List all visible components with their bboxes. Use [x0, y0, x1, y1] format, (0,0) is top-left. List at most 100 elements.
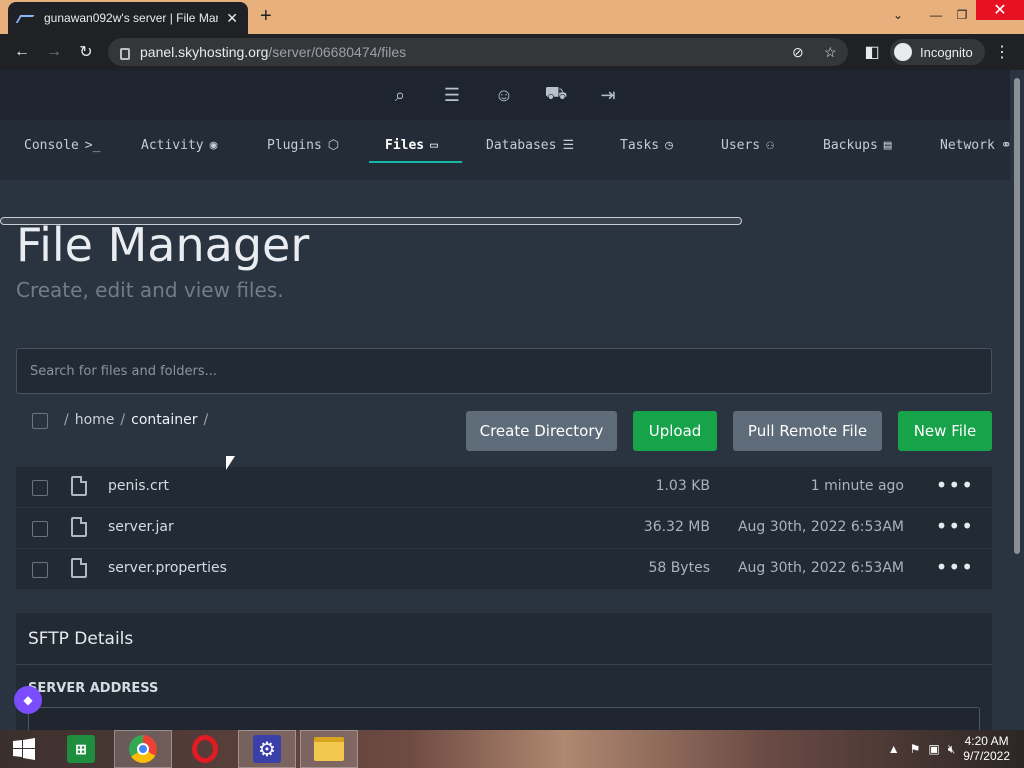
show-hidden-icons-icon[interactable]: ▲: [888, 742, 900, 756]
file-name[interactable]: server.jar: [108, 519, 174, 535]
start-button[interactable]: [4, 730, 44, 768]
file-explorer-taskbar-icon[interactable]: [300, 730, 358, 768]
tab-activity[interactable]: Activity ◉: [141, 132, 217, 158]
page-vertical-scrollbar[interactable]: [1010, 70, 1024, 730]
file-row[interactable]: server.jar 36.32 MB Aug 30th, 2022 6:53A…: [16, 508, 992, 548]
reload-button[interactable]: ↻: [74, 40, 98, 64]
gear-icon: ⚙: [253, 735, 281, 763]
tab-databases[interactable]: Databases ☰: [486, 132, 574, 158]
tab-files-label: Files: [385, 137, 425, 153]
file-checkbox[interactable]: [32, 480, 48, 496]
back-button[interactable]: ←: [10, 40, 34, 64]
tab-backups-label: Backups: [823, 137, 878, 153]
tab-tasks-label: Tasks: [620, 137, 660, 153]
file-options-icon[interactable]: •••: [936, 555, 974, 579]
opera-taskbar-icon[interactable]: [176, 730, 234, 768]
file-row[interactable]: server.properties 58 Bytes Aug 30th, 202…: [16, 549, 992, 589]
tab-users[interactable]: Users ⚇: [721, 132, 774, 158]
incognito-badge[interactable]: Incognito: [890, 39, 985, 65]
close-window-button[interactable]: ✕: [976, 0, 1024, 20]
page-title: File Manager: [16, 218, 310, 272]
sftp-details-panel: SFTP Details SERVER ADDRESS: [16, 613, 992, 730]
network-tray-icon[interactable]: ▣: [928, 742, 939, 756]
restore-button[interactable]: ❐: [950, 0, 974, 30]
file-search-input[interactable]: [16, 348, 992, 394]
forward-button[interactable]: →: [42, 40, 66, 64]
new-file-button[interactable]: New File: [898, 411, 992, 451]
file-name[interactable]: penis.crt: [108, 478, 169, 494]
upload-button[interactable]: Upload: [633, 411, 717, 451]
database-icon: ☰: [562, 137, 575, 153]
tab-backups[interactable]: Backups ▤: [823, 132, 892, 158]
tab-console[interactable]: Console >_: [24, 132, 100, 158]
divider: [16, 664, 992, 665]
lock-icon: [120, 48, 130, 60]
tab-close-icon[interactable]: ✕: [226, 10, 238, 27]
side-panel-icon[interactable]: ◧: [860, 40, 884, 64]
breadcrumb-separator: /: [203, 412, 209, 428]
network-icon: ⚭: [1000, 137, 1010, 153]
servers-icon[interactable]: ☰: [441, 84, 463, 106]
address-bar[interactable]: panel.skyhosting.org/server/06680474/fil…: [108, 38, 848, 66]
browser-titlebar: gunawan092w's server | File Man ✕ + ⌄ — …: [0, 0, 1024, 34]
create-directory-button[interactable]: Create Directory: [466, 411, 617, 451]
breadcrumb-current[interactable]: container: [131, 412, 197, 428]
file-checkbox[interactable]: [32, 521, 48, 537]
browser-toolbar: ← → ↻ panel.skyhosting.org/server/066804…: [0, 34, 1024, 70]
excel-taskbar-icon[interactable]: ⊞: [52, 730, 110, 768]
server-address-field[interactable]: [28, 707, 980, 730]
server-address-label: SERVER ADDRESS: [28, 681, 159, 696]
breadcrumb-home[interactable]: home: [75, 412, 115, 428]
tab-plugins[interactable]: Plugins ⬡: [267, 132, 339, 158]
tab-network-label: Network: [940, 137, 995, 153]
tab-console-label: Console: [24, 137, 79, 153]
tab-network[interactable]: Network ⚭: [940, 132, 1010, 158]
windows-logo-icon: [13, 738, 35, 760]
search-icon[interactable]: ⌕: [389, 84, 411, 106]
logout-icon[interactable]: ⇥: [597, 84, 619, 106]
tab-title: gunawan092w's server | File Man: [44, 11, 219, 25]
file-options-icon[interactable]: •••: [936, 473, 974, 497]
tab-files[interactable]: Files ▭: [385, 132, 438, 158]
file-size: 58 Bytes: [648, 560, 710, 576]
minimize-button[interactable]: —: [924, 0, 948, 30]
flag-icon[interactable]: ⚑: [910, 742, 921, 756]
taskbar-clock[interactable]: 4:20 AM 9/7/2022: [963, 734, 1010, 764]
top-navigation: ⌕ ☰ ☺ ⛟ ⇥: [0, 70, 1010, 120]
system-tray: ▲ ⚑ ▣ 🔇︎ 4:20 AM 9/7/2022: [888, 730, 1024, 768]
incognito-label: Incognito: [920, 44, 973, 60]
file-modified: 1 minute ago: [810, 478, 904, 494]
tab-tasks[interactable]: Tasks ◷: [620, 132, 673, 158]
clock-time: 4:20 AM: [964, 734, 1009, 748]
file-checkbox[interactable]: [32, 562, 48, 578]
volume-muted-icon[interactable]: 🔇︎: [948, 742, 956, 757]
tab-databases-label: Databases: [486, 137, 557, 153]
select-all-checkbox[interactable]: [32, 413, 48, 429]
file-row[interactable]: penis.crt 1.03 KB 1 minute ago •••: [16, 467, 992, 507]
pull-remote-file-button[interactable]: Pull Remote File: [733, 411, 882, 451]
file-icon: [71, 517, 87, 537]
browser-menu-icon[interactable]: ⋮: [990, 40, 1014, 64]
scrollbar-thumb[interactable]: [1014, 78, 1020, 554]
tab-plugins-label: Plugins: [267, 137, 322, 153]
account-icon[interactable]: ☺: [493, 84, 515, 106]
tracking-protection-icon[interactable]: ⊘: [792, 44, 804, 61]
archive-icon: ▤: [883, 137, 892, 153]
file-options-icon[interactable]: •••: [936, 514, 974, 538]
chrome-taskbar-icon[interactable]: [114, 730, 172, 768]
cart-icon[interactable]: ⛟: [545, 83, 568, 106]
mouse-cursor-icon: [226, 456, 235, 470]
folder-icon: ▭: [430, 137, 438, 153]
settings-taskbar-icon[interactable]: ⚙: [238, 730, 296, 768]
url-host: panel.skyhosting.org: [140, 44, 269, 60]
cube-icon: ⬡: [327, 137, 340, 153]
chat-widget-button[interactable]: ◆: [14, 686, 42, 714]
eye-icon: ◉: [209, 137, 218, 153]
url-path: /server/06680474/files: [268, 44, 407, 60]
new-tab-button[interactable]: +: [260, 5, 272, 28]
chrome-icon: [129, 735, 157, 763]
tab-search-icon[interactable]: ⌄: [886, 0, 910, 30]
bookmark-star-icon[interactable]: ☆: [824, 44, 837, 61]
file-name[interactable]: server.properties: [108, 560, 227, 576]
browser-tab[interactable]: gunawan092w's server | File Man ✕: [8, 2, 248, 34]
